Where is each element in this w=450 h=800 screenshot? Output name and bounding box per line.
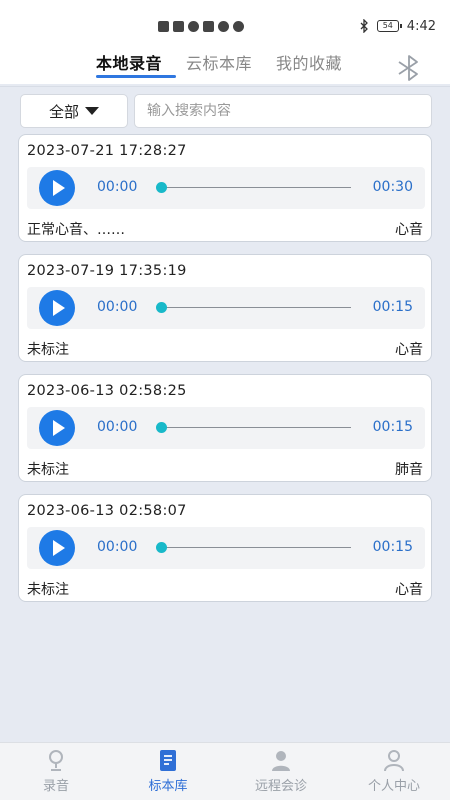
active-tab-indicator [96,75,176,78]
recording-type: 心音 [395,582,423,598]
status-bar: 54 4:42 [0,0,450,52]
play-icon[interactable] [39,170,75,206]
nav-item-remote-consult[interactable]: 远程会诊 [225,743,337,800]
nav-label: 个人中心 [367,779,420,794]
recording-card[interactable]: 2023-06-13 02:58:07 00:00 00:15 未标注 心音 [18,494,432,602]
recording-type: 肺音 [395,462,423,478]
nav-label: 远程会诊 [254,779,307,794]
recording-datetime: 2023-06-13 02:58:25 [27,383,187,399]
recording-datetime: 2023-06-13 02:58:07 [27,503,187,519]
current-time: 00:00 [97,539,138,555]
progress-knob[interactable] [156,302,167,313]
nav-label: 标本库 [148,779,188,794]
play-icon[interactable] [39,410,75,446]
notification-icon [203,20,214,32]
duration: 00:15 [372,539,413,555]
header-divider [0,86,450,87]
person-icon [384,750,404,772]
status-icons [158,19,244,33]
audio-player: 00:00 00:15 [27,527,425,569]
recording-type: 心音 [395,342,423,358]
nav-item-profile[interactable]: 个人中心 [338,743,450,800]
progress-knob[interactable] [156,422,167,433]
progress-knob[interactable] [156,542,167,553]
progress-knob[interactable] [156,182,167,193]
battery-icon: 54 [376,20,402,32]
current-time: 00:00 [97,419,138,435]
bluetooth-icon[interactable] [395,55,423,81]
recording-card[interactable]: 2023-06-13 02:58:25 00:00 00:15 未标注 肺音 [18,374,432,482]
hd-icon [158,20,169,32]
search-input[interactable] [134,94,432,128]
message-icon [218,20,229,32]
recording-datetime: 2023-07-19 17:35:19 [27,263,187,279]
header-tabs: 本地录音 云标本库 我的收藏 [0,52,450,84]
recording-type: 心音 [395,222,423,238]
recording-label: 正常心音、…… [27,222,125,238]
caret-down-icon [85,107,99,115]
tab-cloud-library[interactable]: 云标本库 [186,52,252,78]
wifi-icon [188,20,199,32]
battery-level: 54 [382,21,393,30]
stethoscope-icon [49,750,63,771]
audio-player: 00:00 00:15 [27,407,425,449]
recording-label: 未标注 [27,462,69,478]
category-filter-value: 全部 [48,102,79,121]
nav-label: 录音 [42,779,69,794]
audio-player: 00:00 00:15 [27,287,425,329]
current-time: 00:00 [97,299,138,315]
progress-track[interactable] [161,547,351,548]
clock: 4:42 [406,18,436,34]
app-icon [233,20,244,32]
progress-track[interactable] [161,187,351,188]
nav-item-record[interactable]: 录音 [0,743,112,800]
document-icon [160,750,176,771]
signal-icon [173,20,184,32]
duration: 00:15 [372,299,413,315]
play-icon[interactable] [39,530,75,566]
recording-card[interactable]: 2023-07-21 17:28:27 00:00 00:30 正常心音、…… … [18,134,432,242]
duration: 00:30 [372,179,413,195]
progress-track[interactable] [161,307,351,308]
current-time: 00:00 [97,179,138,195]
progress-track[interactable] [161,427,351,428]
recording-datetime: 2023-07-21 17:28:27 [27,143,187,159]
tab-my-favorites[interactable]: 我的收藏 [276,52,342,78]
doctor-icon [272,751,290,771]
status-right: 54 4:42 [360,17,436,35]
category-filter-select[interactable]: 全部 [20,94,128,128]
nav-item-library[interactable]: 标本库 [112,743,224,800]
recording-label: 未标注 [27,342,69,358]
recording-label: 未标注 [27,582,69,598]
audio-player: 00:00 00:30 [27,167,425,209]
bluetooth-status-icon [360,19,368,33]
duration: 00:15 [372,419,413,435]
bottom-nav: 录音 标本库 远程会诊 个人中心 [0,742,450,800]
recording-card[interactable]: 2023-07-19 17:35:19 00:00 00:15 未标注 心音 [18,254,432,362]
play-icon[interactable] [39,290,75,326]
